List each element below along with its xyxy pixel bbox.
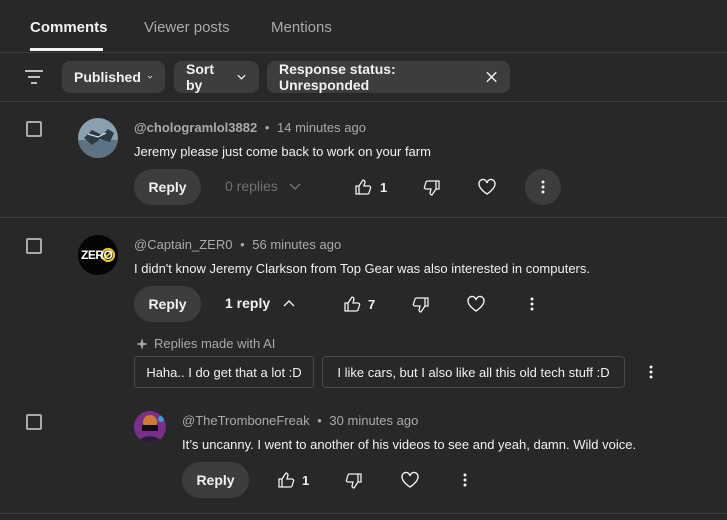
tab-bar (0, 0, 727, 53)
comment-text: Jeremy please just come back to work on … (134, 144, 431, 159)
more-vert-icon[interactable] (522, 293, 542, 315)
comment-checkbox[interactable] (26, 414, 42, 430)
tab-viewer-posts[interactable]: Viewer posts (144, 19, 230, 36)
published-filter-chip[interactable]: Published (62, 61, 165, 93)
avatar-logo-text: ZERO (81, 248, 113, 262)
suggested-reply-chip[interactable]: Haha.. I do get that a lot :D (134, 356, 314, 388)
response-status-chip[interactable]: Response status: Unresponded (267, 61, 510, 93)
separator-dot: • (317, 413, 322, 428)
more-vert-icon (541, 180, 545, 194)
comment-author[interactable]: @chologramlol3882 (134, 120, 257, 135)
chevron-down-icon (289, 183, 301, 190)
comment-author[interactable]: @Captain_ZER0 (134, 237, 232, 252)
reply-button[interactable]: Reply (134, 286, 201, 322)
response-status-label: Response status: Unresponded (279, 61, 396, 93)
heart-icon[interactable] (399, 469, 421, 491)
sort-by-chip[interactable]: Sort by (174, 61, 259, 93)
tab-comments[interactable]: Comments (30, 19, 108, 36)
published-filter-label: Published (74, 69, 141, 85)
comment-checkbox[interactable] (26, 121, 42, 137)
separator-dot: • (264, 120, 270, 135)
heart-icon[interactable] (465, 293, 487, 315)
like-count: 1 (380, 180, 388, 195)
replies-toggle: 0 replies (225, 178, 302, 194)
comment-time[interactable]: 14 minutes ago (277, 120, 366, 135)
sort-by-label: Sort by (186, 61, 214, 93)
like-count: 1 (302, 473, 310, 488)
like-icon[interactable] (352, 176, 374, 198)
active-tab-indicator (30, 48, 103, 51)
more-vert-icon[interactable] (641, 361, 661, 383)
heart-icon[interactable] (476, 176, 498, 198)
like-count: 7 (368, 297, 376, 312)
like-icon[interactable] (341, 293, 363, 315)
comment-text: I didn't know Jeremy Clarkson from Top G… (134, 261, 590, 276)
comment-author[interactable]: @TheTromboneFreak (182, 413, 310, 428)
reply-button[interactable]: Reply (182, 462, 249, 498)
chevron-down-icon (237, 74, 246, 80)
replies-count: 1 reply (225, 295, 271, 311)
like-icon[interactable] (275, 469, 297, 491)
avatar (78, 118, 118, 158)
dislike-icon[interactable] (421, 177, 443, 199)
sparkle-icon (136, 337, 148, 350)
comment-text: It’s uncanny. I went to another of his v… (182, 437, 637, 452)
suggested-reply-chip[interactable]: I like cars, but I also like all this ol… (322, 356, 625, 388)
comment-divider (0, 513, 727, 514)
avatar (134, 411, 166, 443)
ai-replies-header: Replies made with AI (136, 336, 275, 351)
comment-time[interactable]: 56 minutes ago (252, 237, 341, 252)
chevron-down-icon (147, 75, 153, 79)
dislike-icon[interactable] (343, 470, 365, 492)
replies-count: 0 replies (225, 178, 278, 194)
comment-divider (0, 217, 727, 218)
avatar: ZERO (78, 235, 118, 275)
dislike-icon[interactable] (410, 294, 432, 316)
more-options-button[interactable] (525, 169, 561, 205)
filter-icon[interactable] (22, 66, 46, 88)
chevron-up-icon (283, 300, 295, 307)
ai-replies-label: Replies made with AI (154, 336, 276, 351)
replies-toggle[interactable]: 1 reply (225, 295, 296, 311)
more-vert-icon[interactable] (455, 469, 475, 491)
close-icon[interactable] (485, 70, 498, 84)
comment-time[interactable]: 30 minutes ago (329, 413, 418, 428)
separator-dot: • (240, 237, 245, 252)
tab-mentions[interactable]: Mentions (271, 19, 332, 36)
reply-button[interactable]: Reply (134, 169, 201, 205)
comment-checkbox[interactable] (26, 238, 42, 254)
